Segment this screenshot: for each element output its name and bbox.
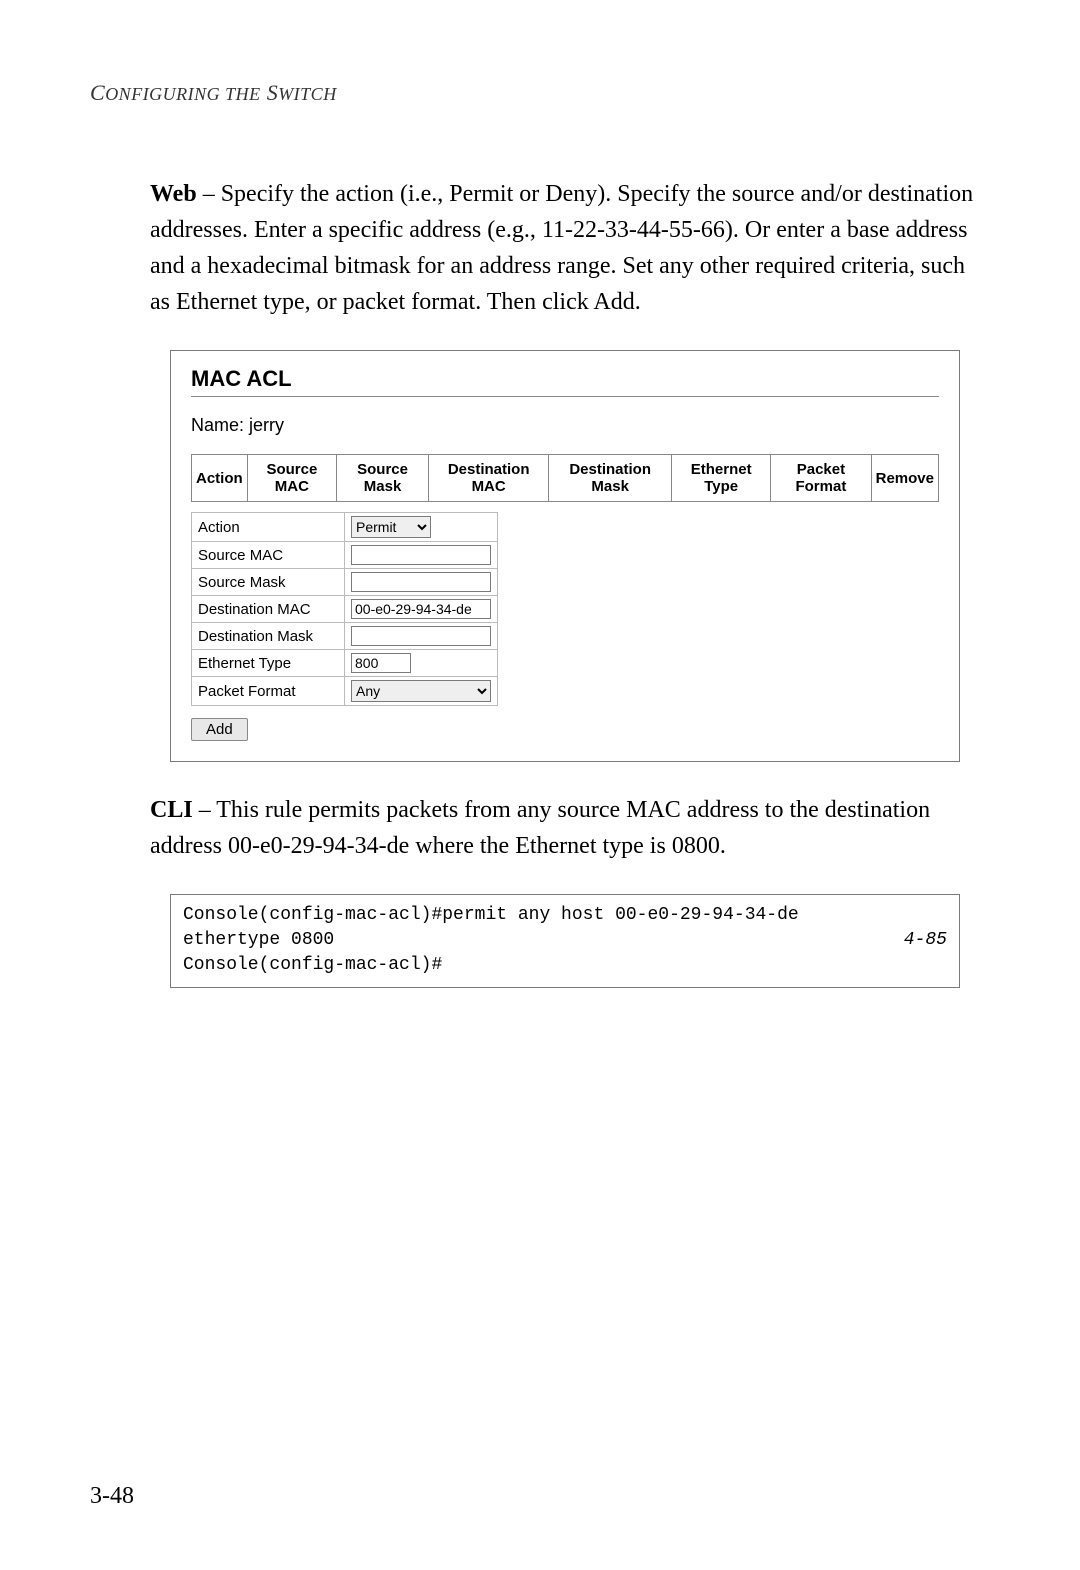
title-rule: [191, 396, 939, 397]
page-number: 3-48: [90, 1483, 134, 1510]
col-dest-mask: Destination Mask: [549, 455, 672, 502]
source-mask-label: Source Mask: [192, 569, 345, 596]
acl-rules-table: Action Source MAC Source Mask Destinatio…: [191, 454, 939, 502]
source-mac-label: Source MAC: [192, 542, 345, 569]
source-mask-input[interactable]: [351, 572, 491, 592]
cli-example-box: Console(config-mac-acl)#permit any host …: [170, 894, 960, 988]
cli-page-ref: 4-85: [904, 928, 947, 953]
dest-mask-input[interactable]: [351, 626, 491, 646]
col-eth-type: Ethernet Type: [672, 455, 771, 502]
packet-format-select[interactable]: Any: [351, 680, 491, 702]
dest-mac-label: Destination MAC: [192, 596, 345, 623]
mac-acl-screenshot: MAC ACL Name: jerry Action Source MAC So…: [170, 350, 960, 762]
cli-line2: Console(config-mac-acl)#: [183, 953, 947, 978]
table-header-row: Action Source MAC Source Mask Destinatio…: [192, 455, 939, 502]
acl-entry-form: Action Permit Source MAC Source Mask: [191, 512, 498, 706]
paragraph-cli: CLI – This rule permits packets from any…: [150, 792, 980, 864]
action-select[interactable]: Permit: [351, 516, 431, 538]
eth-type-input[interactable]: [351, 653, 411, 673]
source-mac-input[interactable]: [351, 545, 491, 565]
web-lead: Web: [150, 181, 197, 207]
add-button[interactable]: Add: [191, 718, 248, 741]
screenshot-title: MAC ACL: [191, 366, 939, 392]
col-dest-mac: Destination MAC: [429, 455, 549, 502]
col-action: Action: [192, 455, 248, 502]
cli-rest: – This rule permits packets from any sou…: [150, 797, 930, 859]
packet-format-label: Packet Format: [192, 677, 345, 706]
dest-mask-label: Destination Mask: [192, 623, 345, 650]
paragraph-web: Web – Specify the action (i.e., Permit o…: [150, 176, 980, 320]
col-source-mask: Source Mask: [337, 455, 429, 502]
action-label: Action: [192, 513, 345, 542]
running-head-text: CONFIGURING THE SWITCH: [90, 80, 337, 105]
col-source-mac: Source MAC: [247, 455, 336, 502]
col-remove: Remove: [871, 455, 938, 502]
cli-line1: Console(config-mac-acl)#permit any host …: [183, 905, 799, 950]
web-rest: – Specify the action (i.e., Permit or De…: [150, 181, 973, 315]
eth-type-label: Ethernet Type: [192, 650, 345, 677]
acl-name-label: Name: jerry: [191, 415, 939, 436]
cli-lead: CLI: [150, 797, 193, 823]
running-head: CONFIGURING THE SWITCH: [90, 80, 990, 106]
col-packet-format: Packet Format: [771, 455, 871, 502]
dest-mac-input[interactable]: [351, 599, 491, 619]
